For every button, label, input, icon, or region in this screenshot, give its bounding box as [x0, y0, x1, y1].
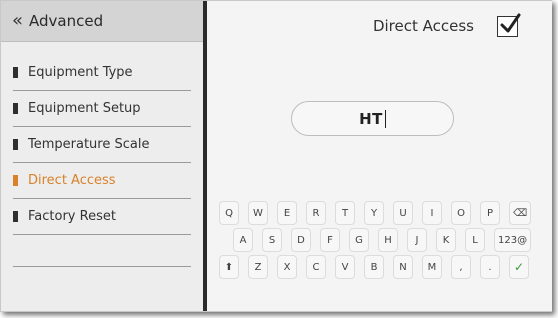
sidebar-item-direct-access[interactable]: Direct Access: [13, 163, 191, 199]
key-f[interactable]: F: [320, 228, 340, 252]
bullet-bar-icon: [13, 175, 18, 186]
shift-key[interactable]: ⬆: [219, 255, 239, 279]
key-n[interactable]: N: [393, 255, 413, 279]
bullet-bar-icon: [13, 211, 18, 222]
keyboard-row-1: Q W E R T Y U I O P ⌫: [219, 201, 539, 228]
key-t[interactable]: T: [335, 201, 355, 225]
sidebar-item-label: Equipment Type: [28, 65, 133, 80]
key-j[interactable]: J: [407, 228, 427, 252]
sidebar-item-label: Equipment Setup: [28, 101, 141, 116]
bullet-bar-icon: [13, 103, 18, 114]
key-d[interactable]: D: [291, 228, 311, 252]
sidebar-item-equipment-setup[interactable]: Equipment Setup: [13, 91, 191, 127]
key-p[interactable]: P: [480, 201, 500, 225]
sidebar-item-equipment-type[interactable]: Equipment Type: [13, 55, 191, 91]
sidebar-item-temperature-scale[interactable]: Temperature Scale: [13, 127, 191, 163]
key-v[interactable]: V: [335, 255, 355, 279]
sidebar-item-factory-reset[interactable]: Factory Reset: [13, 199, 191, 235]
period-key[interactable]: .: [480, 255, 500, 279]
key-g[interactable]: G: [349, 228, 369, 252]
key-s[interactable]: S: [262, 228, 282, 252]
back-button[interactable]: « Advanced: [1, 1, 203, 42]
direct-access-input[interactable]: HT: [291, 101, 454, 136]
bullet-bar-icon: [13, 139, 18, 150]
sidebar-item-label: Direct Access: [28, 173, 116, 188]
double-chevron-left-icon: «: [12, 10, 24, 31]
key-z[interactable]: Z: [248, 255, 268, 279]
key-x[interactable]: X: [277, 255, 297, 279]
key-u[interactable]: U: [393, 201, 413, 225]
key-r[interactable]: R: [306, 201, 326, 225]
key-c[interactable]: C: [306, 255, 326, 279]
input-value: HT: [359, 109, 383, 128]
key-m[interactable]: M: [422, 255, 442, 279]
key-a[interactable]: A: [233, 228, 253, 252]
comma-key[interactable]: ,: [451, 255, 471, 279]
main-panel: Direct Access HT Q W E R T Y U I O P ⌫ A S D F G H J K L 12…: [207, 1, 552, 311]
thermostat-screen: « Advanced Equipment Type Equipment Setu…: [0, 0, 552, 312]
key-q[interactable]: Q: [219, 201, 239, 225]
symbols-key[interactable]: 123@: [494, 228, 532, 252]
keyboard-row-2: A S D F G H J K L 123@: [219, 228, 539, 255]
enter-key[interactable]: ✓: [509, 255, 529, 279]
sidebar-menu: Equipment Type Equipment Setup Temperatu…: [1, 55, 203, 235]
sidebar-item-label: Temperature Scale: [28, 137, 150, 152]
key-e[interactable]: E: [277, 201, 297, 225]
direct-access-checkbox[interactable]: [497, 13, 521, 37]
checkmark-icon: [500, 13, 521, 33]
backspace-key[interactable]: ⌫: [509, 201, 532, 225]
sidebar: « Advanced Equipment Type Equipment Setu…: [1, 1, 203, 311]
key-y[interactable]: Y: [364, 201, 384, 225]
key-i[interactable]: I: [422, 201, 442, 225]
text-caret: [384, 109, 386, 128]
key-l[interactable]: L: [465, 228, 485, 252]
on-screen-keyboard: Q W E R T Y U I O P ⌫ A S D F G H J K L 123@ ⬆ Z X C V B N M,. ✓: [219, 201, 539, 282]
key-o[interactable]: O: [451, 201, 471, 225]
keyboard-row-3: ⬆ Z X C V B N M,. ✓: [219, 255, 539, 282]
bullet-bar-icon: [13, 67, 18, 78]
sidebar-item-label: Factory Reset: [28, 209, 116, 224]
key-b[interactable]: B: [364, 255, 384, 279]
menu-divider: [13, 266, 191, 267]
sidebar-title: Advanced: [29, 12, 104, 30]
direct-access-label: Direct Access: [372, 17, 474, 35]
key-k[interactable]: K: [436, 228, 456, 252]
key-w[interactable]: W: [248, 201, 268, 225]
key-h[interactable]: H: [378, 228, 398, 252]
